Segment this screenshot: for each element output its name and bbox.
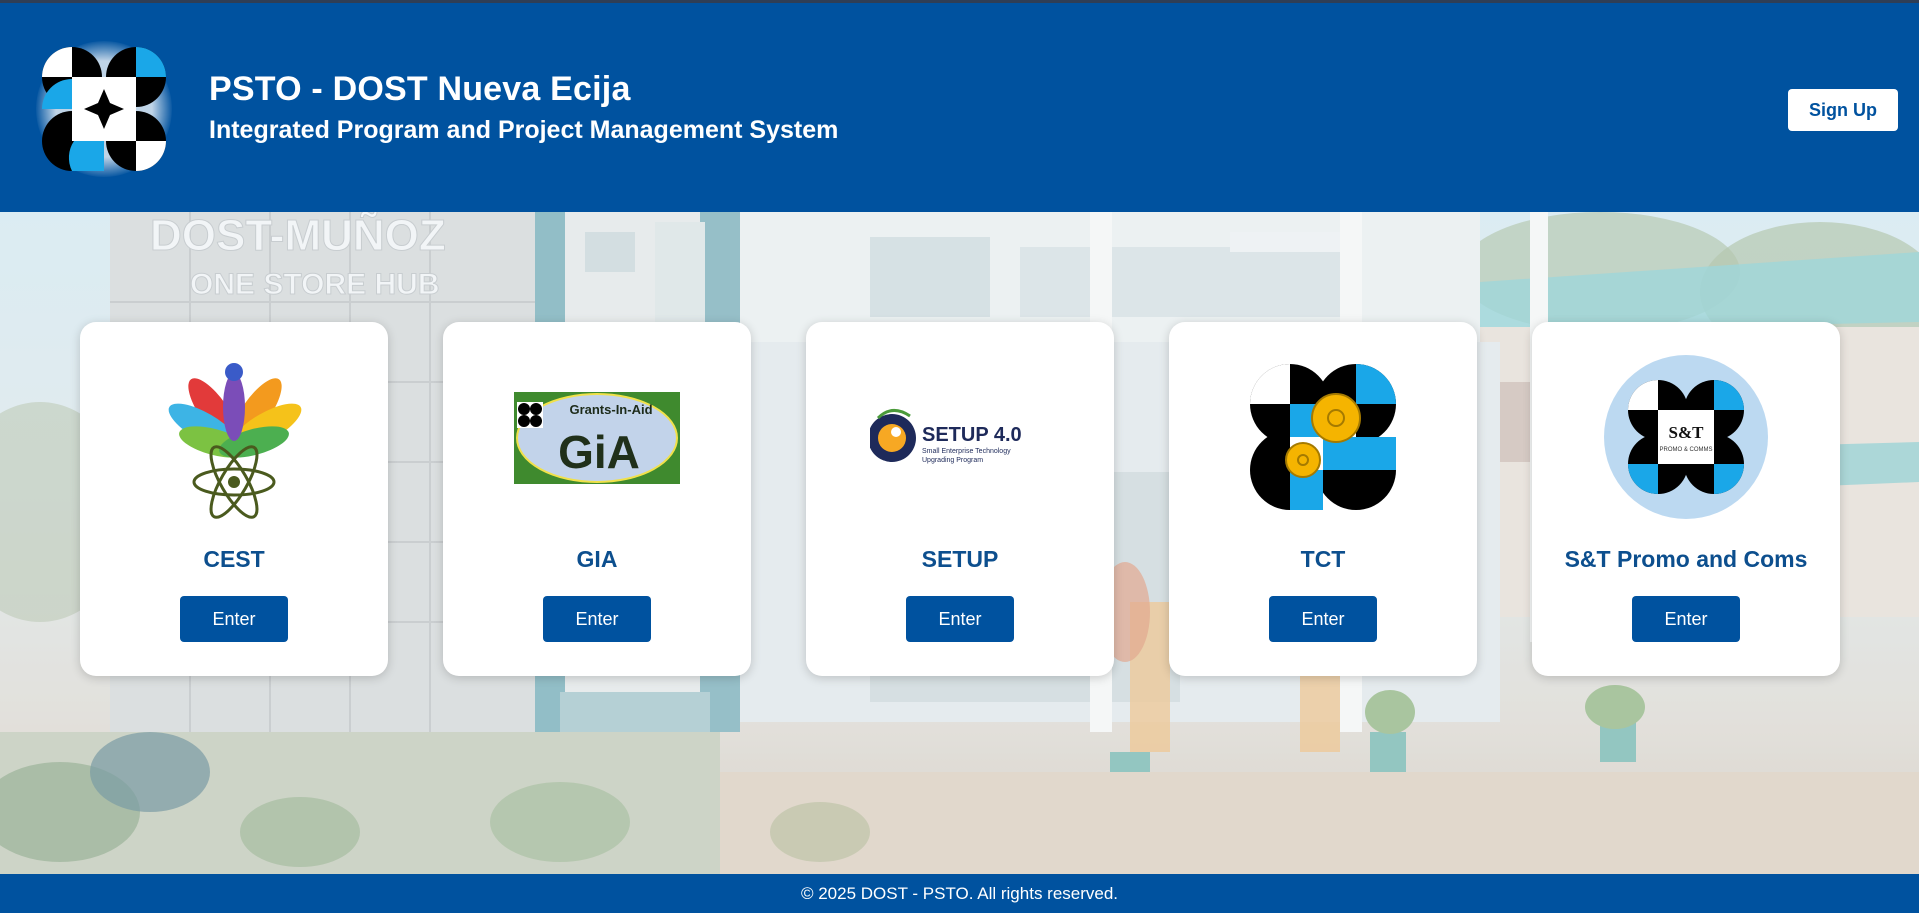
program-card-st-promo: S&T PROMO & COMMS S&T Promo and Coms Ent… — [1532, 322, 1840, 676]
gia-logo-icon: Grants-In-Aid GiA — [514, 392, 680, 484]
enter-button-gia[interactable]: Enter — [543, 596, 651, 642]
setup-logo-icon: SETUP 4.0 Small Enterprise Technology Up… — [870, 409, 1022, 464]
cest-logo-icon — [168, 363, 302, 519]
sign-up-button[interactable]: Sign Up — [1788, 89, 1898, 131]
program-card-setup: SETUP 4.0 Small Enterprise Technology Up… — [806, 322, 1114, 676]
program-title-tct: TCT — [1300, 546, 1346, 572]
program-title-gia: GIA — [576, 546, 618, 572]
program-title-setup: SETUP — [921, 546, 999, 572]
site-footer: © 2025 DOST - PSTO. All rights reserved. — [0, 874, 1919, 913]
enter-button-st-promo[interactable]: Enter — [1632, 596, 1740, 642]
program-title-cest: CEST — [203, 546, 265, 572]
enter-button-tct[interactable]: Enter — [1269, 596, 1377, 642]
page-subtitle: Integrated Program and Project Managemen… — [209, 116, 839, 144]
tct-logo-icon — [1250, 364, 1396, 510]
enter-button-cest[interactable]: Enter — [180, 596, 288, 642]
copyright-text: © 2025 DOST - PSTO. All rights reserved. — [800, 884, 1119, 903]
gia-logo-text: Grants-In-Aid — [569, 402, 652, 417]
program-card-tct: TCT Enter — [1169, 322, 1477, 676]
st-logo-mark: S&T — [1669, 423, 1705, 442]
setup-logo-line1: Small Enterprise Technology — [922, 448, 1011, 455]
program-card-cest: CEST Enter — [80, 322, 388, 676]
setup-logo-title: SETUP 4.0 — [922, 424, 1022, 446]
setup-logo-line2: Upgrading Program — [922, 457, 983, 464]
site-header: PSTO - DOST Nueva Ecija Integrated Progr… — [0, 3, 1919, 212]
st-logo-sub: PROMO & COMMS — [1659, 447, 1712, 453]
program-title-st-promo: S&T Promo and Coms — [1564, 546, 1808, 572]
dost-logo — [36, 41, 172, 177]
enter-button-setup[interactable]: Enter — [906, 596, 1014, 642]
page-title: PSTO - DOST Nueva Ecija — [209, 70, 631, 108]
dost-logo-icon — [42, 47, 166, 171]
program-card-gia: Grants-In-Aid GiA GIA Enter — [443, 322, 751, 676]
gia-logo-mark: GiA — [558, 426, 640, 478]
st-promo-logo-icon: S&T PROMO & COMMS — [1604, 355, 1768, 519]
